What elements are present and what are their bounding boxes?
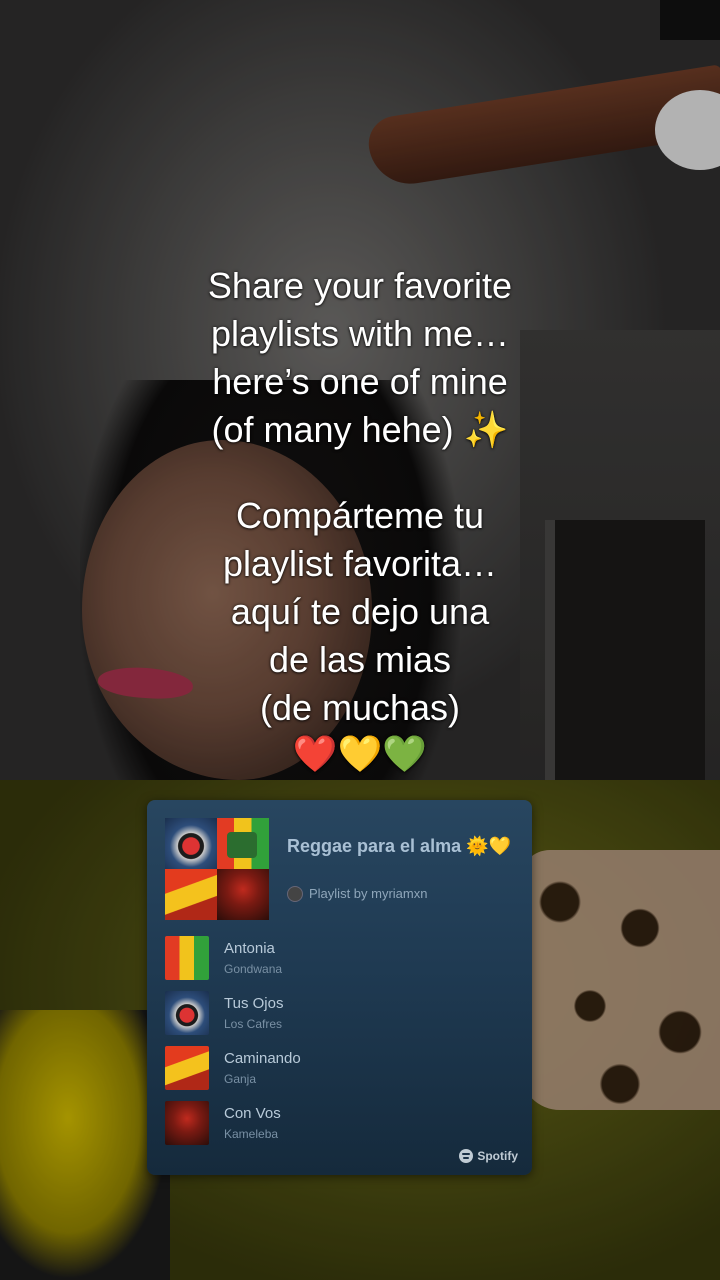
cover-tile <box>217 869 269 920</box>
caption-line-text: (of many hehe) <box>211 409 464 450</box>
caption-line: de las mias <box>268 639 452 680</box>
sparkles-icon: ✨ <box>463 409 509 450</box>
caption-line: here’s one of mine <box>212 361 508 402</box>
cover-tile <box>165 818 217 869</box>
album-art <box>165 991 209 1035</box>
caption-line: playlists with me… <box>210 313 510 354</box>
avatar <box>287 886 303 902</box>
caption-line: Compárteme tu <box>235 495 485 536</box>
track-list: Antonia Gondwana Tus Ojos Los Cafres Cam… <box>165 936 520 1156</box>
playlist-title[interactable]: Reggae para el alma 🌞💛 <box>287 834 517 858</box>
album-art <box>165 1101 209 1145</box>
red-heart-icon: ❤️ <box>292 733 338 774</box>
spotify-brand[interactable]: Spotify <box>459 1149 518 1163</box>
track-artist: Kameleba <box>224 1127 279 1141</box>
track-artist: Ganja <box>224 1072 257 1086</box>
caption-english: Share your favorite playlists with me… h… <box>0 262 720 454</box>
track-artist: Gondwana <box>224 962 283 976</box>
cover-tile <box>165 869 217 920</box>
caption-line: aquí te dejo una <box>230 591 490 632</box>
spotify-icon <box>459 1149 474 1163</box>
track-row[interactable]: Antonia Gondwana <box>165 936 520 991</box>
album-art <box>165 1046 209 1090</box>
byline-text: Playlist by myriamxn <box>309 886 428 901</box>
spotify-playlist-card[interactable]: Reggae para el alma 🌞💛 Playlist by myria… <box>147 800 532 1175</box>
card-content: Reggae para el alma 🌞💛 Playlist by myria… <box>157 808 522 1167</box>
caption-line: (of many hehe) ✨ <box>0 406 720 454</box>
caption-line: (de muchas) <box>259 687 461 728</box>
track-row[interactable]: Caminando Ganja <box>165 1046 520 1101</box>
track-row[interactable]: Tus Ojos Los Cafres <box>165 991 520 1046</box>
hearts-row: ❤️💛💚 <box>0 732 720 776</box>
track-title: Caminando <box>224 1050 301 1067</box>
playlist-byline[interactable]: Playlist by myriamxn <box>287 885 427 903</box>
track-title: Antonia <box>224 940 275 957</box>
album-art <box>165 936 209 980</box>
caption-spanish: Compárteme tu playlist favorita… aquí te… <box>0 492 720 776</box>
brand-label: Spotify <box>477 1149 518 1163</box>
caption-line: playlist favorita… <box>222 543 498 584</box>
track-title: Tus Ojos <box>224 995 284 1012</box>
playlist-cover[interactable] <box>165 818 269 920</box>
track-title: Con Vos <box>224 1105 281 1122</box>
track-row[interactable]: Con Vos Kameleba <box>165 1101 520 1156</box>
track-artist: Los Cafres <box>224 1017 283 1031</box>
green-heart-icon: 💚 <box>382 733 428 774</box>
caption-line: Share your favorite <box>207 265 513 306</box>
yellow-heart-icon: 💛 <box>337 733 383 774</box>
cover-tile <box>217 818 269 869</box>
